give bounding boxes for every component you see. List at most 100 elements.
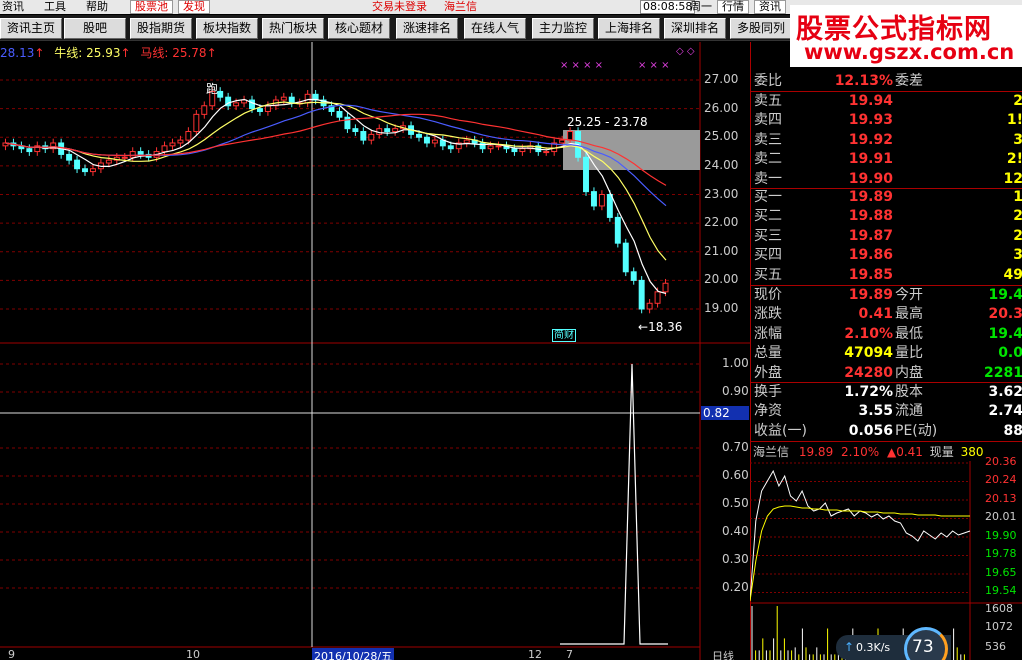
toolbar-hot-sector[interactable]: 热门板块 [262,18,324,39]
candle-body [129,151,136,158]
ma1-value: 28.13 [0,46,35,60]
mini-axis-label: 20.13 [985,492,1017,505]
candle-body [463,139,470,144]
toolbar-main-force-monitor[interactable]: 主力监控 [532,18,594,39]
stat-row: 换手 1.72% 股本 3.62 [751,383,1022,402]
stat-value-2: 2281 [984,364,1022,381]
candle-body [598,194,605,207]
toolbar-index-futures[interactable]: 股指期货 [130,18,192,39]
stat-label: 换手 [754,384,782,400]
info-button[interactable]: 资讯 [754,0,786,14]
toolbar-online-popularity[interactable]: 在线人气 [464,18,526,39]
date-label-cursor: 2016/10/28/五 [312,648,395,660]
range-annotation: 25.25 - 23.78 [567,115,648,129]
price-axis-label: 20.00 [704,272,739,287]
toolbar-shenzhen-rank[interactable]: 深圳排名 [664,18,726,39]
candle-body [447,145,454,150]
mini-chart-header: 海兰信 19.89 2.10% ▲0.41 现量 380 [750,443,1022,461]
candle-body [630,271,637,281]
order-label: 买一 [754,189,782,205]
mini-axis-label: 19.54 [985,584,1017,597]
stat-value-2: 0.0 [998,345,1022,362]
quote-button[interactable]: 行情 [717,0,749,14]
order-label: 卖一 [754,170,782,187]
candle-body [360,131,367,141]
upload-arrow-icon: ↑ [844,640,855,654]
signal-marks-2: × × × [638,60,670,71]
stat-value-2: 20.3 [988,306,1022,323]
candle-body [646,302,653,310]
stat-label-2: 内盘 [895,364,923,381]
order-price: 19.94 [848,93,893,109]
login-status[interactable]: 交易未登录 [372,0,427,14]
toolbar-news-home[interactable]: 资讯主页 [0,18,62,39]
candle-body [662,282,669,293]
order-price: 19.85 [848,266,893,283]
stat-row: 外盘 24280 内盘 2281 [751,364,1022,383]
stat-label: 外盘 [754,364,782,381]
candle-body [336,110,343,118]
clock: 08:08:58 [640,0,696,14]
menu-item-help[interactable]: 帮助 [86,0,108,14]
order-label: 买五 [754,266,782,283]
period-label[interactable]: 日线 [712,648,734,660]
network-speed-widget[interactable]: ↑ 0.3K/s 73 [836,627,951,660]
mini-axis-label: 20.36 [985,455,1017,468]
stat-value: 24280 [844,364,893,381]
event-tag[interactable]: 简财 [552,329,576,342]
wei-bi-label: 委比 [754,73,782,89]
order-qty: 2! [1006,151,1022,168]
candle-body [161,145,168,153]
candle-body [614,216,621,244]
mini-axis-label: 19.78 [985,547,1017,560]
mini-axis-label: 536 [985,640,1006,653]
intraday-avg-line [750,505,970,602]
mini-vol-label: 现量 [929,445,954,459]
order-qty: 3 [1013,247,1022,264]
order-price: 19.87 [848,227,893,244]
stat-label-2: PE(动) [895,422,938,439]
ma2-value: 牛线: 25.93 [54,46,121,60]
menu-item-news[interactable]: 资讯 [2,0,24,14]
intraday-mini-chart[interactable] [750,461,1022,660]
mini-axis-label: 1608 [985,602,1013,615]
order-label: 卖五 [754,93,782,109]
order-row: 卖三 19.92 3 [751,131,1022,150]
order-price: 19.86 [848,247,893,264]
wei-cha-label: 委差 [895,73,923,89]
order-row: 卖一 19.90 12 [751,170,1022,189]
menu-item-tools[interactable]: 工具 [44,0,66,14]
order-price: 19.90 [848,170,893,187]
toolbar-core-theme[interactable]: 核心题材 [328,18,390,39]
mini-axis-label: 20.24 [985,473,1017,486]
stat-row: 收益(一) 0.056 PE(动) 88 [751,422,1022,441]
candle-body [384,128,391,133]
candle-body [201,105,208,115]
toolbar-rise-speed-rank[interactable]: 涨速排名 [396,18,458,39]
kline-chart[interactable]: × × × × × × × ◇ ◇ 28.13↑ 牛线: 25.93↑ 马线: … [0,42,750,660]
toolbar-stock-forum[interactable]: 股吧 [64,18,126,39]
stat-value-2: 2.74 [988,403,1022,420]
tab-discover[interactable]: 发现 [178,0,210,14]
candle-body [185,131,192,141]
order-label: 买三 [754,227,782,244]
candle-body [416,133,422,138]
toolbar-multi-stock[interactable]: 多股同列 [730,18,792,39]
candle-body [543,151,550,154]
candle-body [66,153,73,161]
order-row: 买五 19.85 49 [751,266,1022,285]
order-qty: 2 [1013,227,1022,244]
candle-body [559,139,566,144]
price-axis-label: 19.00 [704,301,739,315]
mini-axis-label: 19.90 [985,529,1017,542]
toolbar-shanghai-rank[interactable]: 上海排名 [598,18,660,39]
price-axis-label: 25.00 [704,129,739,144]
mini-pct: 2.10% [841,445,880,459]
stat-label-2: 股本 [895,384,923,400]
order-row: 卖二 19.91 2! [751,150,1022,169]
date-label-1: 9 [8,648,15,660]
kline-chart-canvas[interactable]: × × × × × × × ◇ ◇ [0,42,750,660]
ma-legend: 28.13↑ 牛线: 25.93↑ 马线: 25.78↑ [0,46,217,60]
toolbar-sector-index[interactable]: 板块指数 [196,18,258,39]
tab-stock-pool[interactable]: 股票池 [130,0,173,14]
